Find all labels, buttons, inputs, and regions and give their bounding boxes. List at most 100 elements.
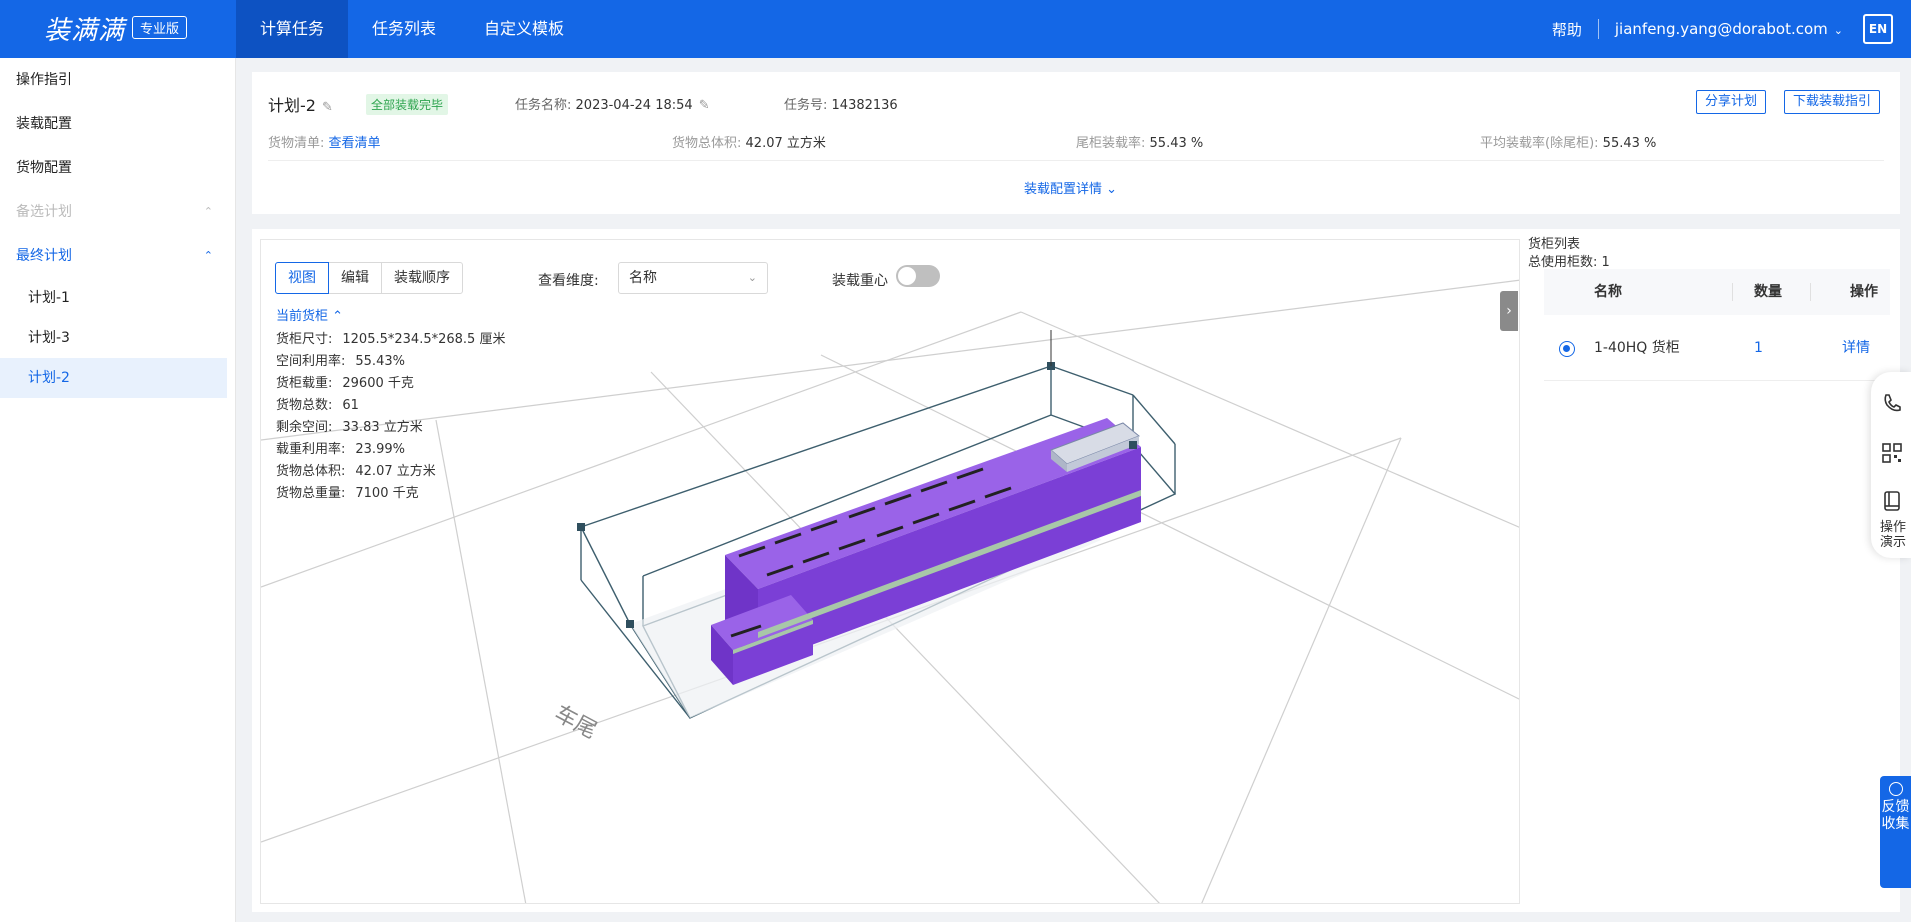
chevron-down-icon: ⌄	[747, 271, 757, 284]
container-view-card: 车尾 视图 编辑 装载顺序 查看维度: 名称 ⌄ 装载重心 当前货柜 ⌃ 货柜尺寸…	[252, 229, 1900, 912]
dimension-value: 名称	[629, 270, 657, 286]
avg-rate-label: 平均装载率(除尾柜):	[1480, 136, 1599, 151]
plan-info-card: 计划-2 ✎ 全部装载完毕 任务名称: 2023-04-24 18:54 ✎ 任务号…	[252, 72, 1900, 214]
floating-toolbar: 操作演示	[1871, 372, 1911, 558]
nav-task-list[interactable]: 任务列表	[348, 0, 460, 58]
stat-label: 货物总重量:	[276, 486, 346, 501]
sidebar-item-load-config[interactable]: 装载配置	[0, 102, 235, 146]
collapse-panel-button[interactable]: ›	[1500, 291, 1518, 331]
phone-icon[interactable]	[1881, 392, 1903, 414]
total-volume-field: 货物总体积: 42.07 立方米	[672, 132, 826, 151]
task-name-value: 2023-04-24 18:54	[575, 98, 693, 113]
edit-icon[interactable]: ✎	[699, 98, 710, 113]
task-number-value: 14382136	[831, 98, 898, 113]
app-logo: 装满满	[44, 16, 126, 46]
total-volume-value: 42.07 立方米	[745, 136, 826, 151]
tail-rate-field: 尾柜装载率: 55.43 %	[1076, 132, 1203, 151]
stat-volume: 货物总体积: 42.07 立方米	[276, 461, 505, 483]
stat-value: 7100 千克	[355, 486, 419, 501]
sidebar-plan-1[interactable]: 计划-1	[0, 278, 235, 318]
stat-value: 61	[342, 398, 359, 413]
avg-rate-field: 平均装载率(除尾柜): 55.43 %	[1480, 132, 1656, 151]
sidebar-plan-3[interactable]: 计划-3	[0, 318, 235, 358]
nav-custom-templates[interactable]: 自定义模板	[460, 0, 588, 58]
plan-title: 计划-2 ✎	[268, 92, 333, 116]
language-switch[interactable]: EN	[1863, 14, 1893, 44]
container-count: 总使用柜数: 1	[1528, 251, 1610, 270]
header-right: 帮助 jianfeng.yang@dorabot.com ⌄ EN	[1552, 0, 1911, 58]
stat-label: 载重利用率:	[276, 442, 346, 457]
sidebar-item-guide[interactable]: 操作指引	[0, 58, 235, 102]
view-mode-tabs: 视图 编辑 装载顺序	[275, 262, 463, 294]
detail-toggle-label: 装载配置详情	[1024, 182, 1103, 197]
sidebar-item-cargo-config[interactable]: 货物配置	[0, 146, 235, 190]
help-link[interactable]: 帮助	[1552, 19, 1582, 40]
chevron-down-icon: ⌄	[1833, 24, 1843, 37]
sidebar-group-candidate[interactable]: 备选计划 ⌃	[0, 190, 235, 234]
stat-label: 空间利用率:	[276, 354, 346, 369]
sidebar: 操作指引 装载配置 货物配置 备选计划 ⌃ 最终计划 ⌃ 计划-1 计划-3 计划-…	[0, 58, 236, 922]
tail-rate-value: 55.43 %	[1149, 136, 1204, 151]
rear-label: 车尾	[550, 701, 601, 744]
total-volume-label: 货物总体积:	[672, 136, 742, 151]
tab-edit[interactable]: 编辑	[328, 262, 382, 294]
row-detail-link[interactable]: 详情	[1842, 315, 1870, 381]
user-menu[interactable]: jianfeng.yang@dorabot.com ⌄	[1615, 20, 1843, 38]
share-plan-button[interactable]: 分享计划	[1696, 90, 1767, 114]
download-guide-button[interactable]: 下载装载指引	[1784, 90, 1881, 114]
stat-value: 29600 千克	[342, 376, 414, 391]
tab-view[interactable]: 视图	[275, 262, 329, 294]
qr-code-icon[interactable]	[1881, 442, 1903, 464]
row-select-radio[interactable]	[1559, 341, 1575, 357]
stat-label: 货柜尺寸:	[276, 332, 333, 347]
stat-label: 剩余空间:	[276, 420, 333, 435]
chevron-up-icon: ⌃	[203, 205, 213, 218]
feedback-button[interactable]: 反馈收集	[1880, 776, 1911, 888]
col-divider	[1810, 283, 1811, 301]
load-config-detail-toggle[interactable]: 装载配置详情 ⌄	[1024, 178, 1117, 197]
sidebar-group-label: 最终计划	[16, 248, 72, 264]
current-container-toggle[interactable]: 当前货柜 ⌃	[276, 305, 343, 324]
container-stats: 货柜尺寸: 1205.5*234.5*268.5 厘米 空间利用率: 55.43% …	[276, 329, 505, 505]
sidebar-group-final[interactable]: 最终计划 ⌃	[0, 234, 235, 278]
task-name: 任务名称: 2023-04-24 18:54 ✎	[515, 94, 710, 113]
center-of-gravity-toggle[interactable]	[896, 265, 940, 287]
dimension-label: 查看维度:	[538, 273, 599, 289]
status-badge: 全部装载完毕	[366, 94, 449, 115]
row-qty: 1	[1754, 340, 1763, 356]
edition-badge: 专业版	[132, 16, 188, 39]
stat-value: 33.83 立方米	[342, 420, 423, 435]
table-row[interactable]: 1-40HQ 货柜 1 详情	[1544, 315, 1890, 381]
tail-rate-label: 尾柜装载率:	[1076, 136, 1146, 151]
edit-icon[interactable]: ✎	[322, 100, 333, 115]
dimension-select[interactable]: 名称 ⌄	[618, 262, 768, 294]
sidebar-plan-2[interactable]: 计划-2	[0, 358, 227, 398]
toggle-knob	[898, 267, 916, 285]
container-count-value: 1	[1601, 255, 1610, 270]
task-name-label: 任务名称:	[515, 98, 572, 113]
col-action: 操作	[1850, 284, 1878, 300]
top-bar: 装满满 专业版 计算任务 任务列表 自定义模板 帮助 jianfeng.yang…	[0, 0, 1911, 58]
stat-value: 1205.5*234.5*268.5 厘米	[342, 332, 506, 347]
row-name: 1-40HQ 货柜	[1594, 340, 1680, 356]
table-header: 名称 数量 操作	[1544, 269, 1890, 315]
header-divider	[1597, 19, 1599, 39]
nav-compute-tasks[interactable]: 计算任务	[236, 0, 349, 58]
demo-label[interactable]: 操作演示	[1875, 520, 1911, 550]
chevron-down-icon: ⌄	[1106, 182, 1118, 197]
stat-remaining: 剩余空间: 33.83 立方米	[276, 417, 505, 439]
chevron-up-icon: ⌃	[332, 309, 344, 324]
user-email: jianfeng.yang@dorabot.com	[1614, 20, 1828, 38]
book-icon[interactable]	[1881, 490, 1903, 512]
container-count-label: 总使用柜数:	[1528, 255, 1598, 270]
col-name: 名称	[1594, 284, 1622, 300]
main-nav: 计算任务 任务列表 自定义模板	[236, 0, 588, 58]
stat-space-util: 空间利用率: 55.43%	[276, 351, 505, 373]
view-cargo-list-link[interactable]: 查看清单	[329, 136, 381, 151]
stat-count: 货物总数: 61	[276, 395, 505, 417]
tab-load-order[interactable]: 装载顺序	[381, 262, 463, 294]
feedback-label: 反馈收集	[1881, 799, 1910, 832]
chevron-up-icon: ⌃	[203, 249, 213, 262]
smile-icon	[1888, 782, 1903, 796]
chevron-right-icon: ›	[1506, 303, 1512, 319]
